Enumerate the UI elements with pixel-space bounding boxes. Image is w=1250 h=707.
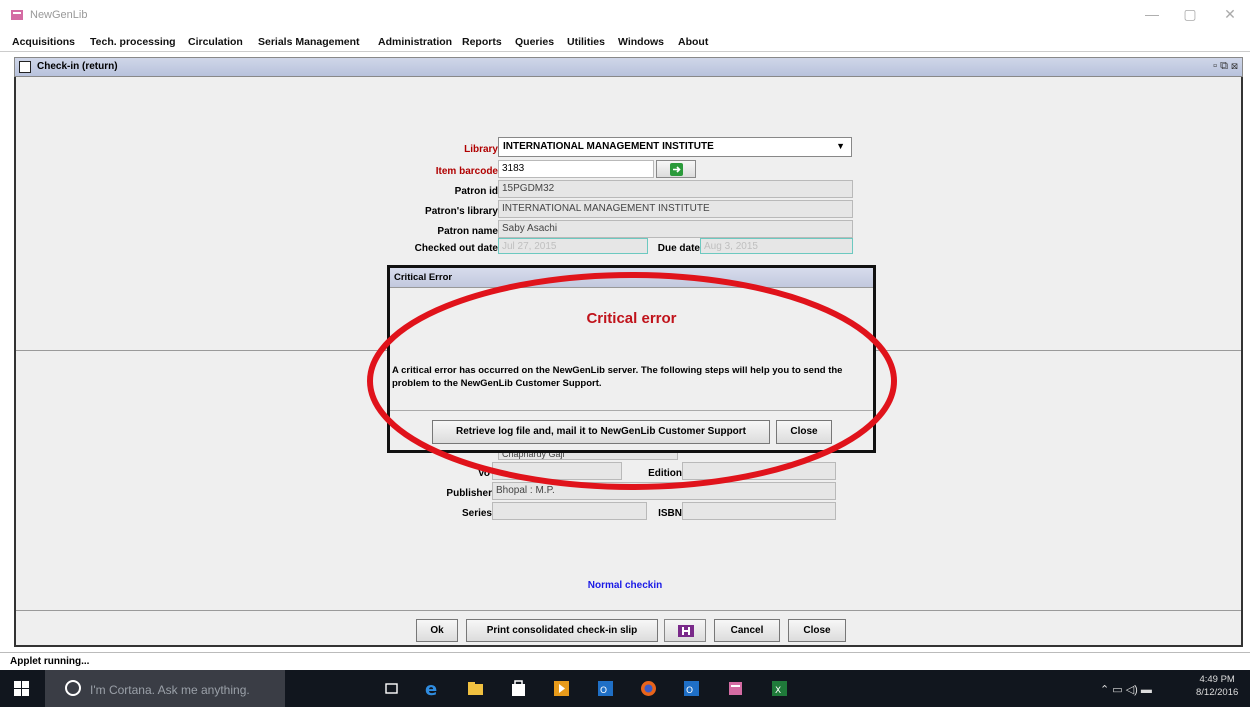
volume-label: Vo [477,468,490,479]
firefox-icon[interactable] [640,680,657,697]
window-title: NewGenLib [30,9,88,21]
retrieve-log-button[interactable]: Retrieve log file and, mail it to NewGen… [432,420,770,444]
excel-icon[interactable]: X [771,680,788,697]
media-icon[interactable] [553,680,570,697]
menu-about[interactable]: About [678,36,708,48]
due-date-field: Aug 3, 2015 [700,238,853,254]
menu-bar: Acquisitions Tech. processing Circulatio… [0,32,1250,52]
series-field [492,502,647,520]
cortana-icon [65,680,81,696]
store-icon[interactable] [510,680,527,697]
frame-menu-icon[interactable] [19,61,31,73]
checked-out-date-label: Checked out date [414,243,498,254]
status-text: Applet running... [10,656,90,667]
maximize-button[interactable]: ▢ [1175,6,1205,24]
clock-date: 8/12/2016 [1196,687,1239,698]
patron-name-field: Saby Asachi [498,220,853,238]
due-date-label: Due date [657,243,700,254]
menu-tech-processing[interactable]: Tech. processing [90,36,176,48]
edition-field [682,462,836,480]
file-explorer-icon[interactable] [467,680,484,697]
clock-time: 4:49 PM [1199,674,1235,685]
checked-out-date-field: Jul 27, 2015 [498,238,648,254]
windows-start-icon[interactable] [14,681,29,699]
menu-serials-management[interactable]: Serials Management [258,36,360,48]
barcode-go-button[interactable] [656,160,696,178]
chevron-down-icon: ▼ [836,141,845,151]
cortana-placeholder: I'm Cortana. Ask me anything. [90,683,250,697]
green-arrow-icon [670,163,683,176]
close-window-button[interactable]: ✕ [1215,6,1245,24]
svg-text:O: O [600,686,607,696]
isbn-label: ISBN [658,508,682,519]
edge-icon[interactable]: e [424,679,441,700]
critical-error-dialog: Critical Error Critical error A critical… [387,265,876,453]
item-barcode-label: Item barcode [435,166,498,177]
newgenlib-taskbar-icon[interactable] [727,680,744,697]
menu-queries[interactable]: Queries [515,36,554,48]
publisher-label: Publisher [446,488,492,499]
patron-id-field: 15PGDM32 [498,180,853,198]
volume-field [492,462,622,480]
checkin-frame-titlebar: Check-in (return) ▫ ⧉ ⊠ [14,57,1243,77]
library-label: Library [464,144,498,155]
dialog-separator [390,410,873,411]
patron-name-label: Patron name [437,226,498,237]
dialog-heading: Critical error [586,310,677,327]
taskbar-clock[interactable]: 4:49 PM 8/12/2016 [1196,673,1238,699]
svg-text:e: e [425,680,437,697]
help-icon [678,625,694,637]
print-checkin-slip-button[interactable]: Print consolidated check-in slip [466,619,658,642]
newgenlib-app-icon [10,8,24,22]
dialog-close-button[interactable]: Close [776,420,832,444]
checkin-frame-title: Check-in (return) [37,61,118,72]
normal-checkin-text: Normal checkin [587,580,663,591]
system-tray-icons[interactable]: ⌃ ▭ ◁) ▬ [1100,683,1152,696]
series-label: Series [461,508,492,519]
minimize-button[interactable]: — [1137,6,1167,24]
publisher-field: Bhopal : M.P. [492,482,836,500]
window-titlebar [0,0,1250,30]
outlook-icon[interactable]: O [683,680,700,697]
ok-button[interactable]: Ok [416,619,458,642]
library-select-value: INTERNATIONAL MANAGEMENT INSTITUTE [503,141,714,152]
isbn-field [682,502,836,520]
outlook-icon[interactable]: O [597,680,614,697]
patrons-library-label: Patron's library [425,206,498,217]
patrons-library-field: INTERNATIONAL MANAGEMENT INSTITUTE [498,200,853,218]
library-select[interactable]: INTERNATIONAL MANAGEMENT INSTITUTE ▼ [498,137,852,157]
edition-label: Edition [648,468,682,479]
patron-id-label: Patron id [454,186,498,197]
section-divider [16,610,1241,611]
item-barcode-input[interactable]: 3183 [498,160,654,178]
cancel-button[interactable]: Cancel [714,619,780,642]
menu-circulation[interactable]: Circulation [188,36,243,48]
frame-window-controls-icon[interactable]: ▫ ⧉ ⊠ [1213,60,1238,73]
menu-windows[interactable]: Windows [618,36,664,48]
task-view-icon[interactable] [383,680,400,697]
menu-utilities[interactable]: Utilities [567,36,605,48]
svg-text:X: X [775,686,781,696]
menu-administration[interactable]: Administration [378,36,452,48]
dialog-title: Critical Error [390,268,873,288]
help-button[interactable] [664,619,706,642]
svg-text:O: O [686,686,693,696]
close-button[interactable]: Close [788,619,846,642]
menu-acquisitions[interactable]: Acquisitions [12,36,75,48]
dialog-message: A critical error has occurred on the New… [392,365,843,389]
status-bar [0,652,1250,670]
menu-reports[interactable]: Reports [462,36,502,48]
